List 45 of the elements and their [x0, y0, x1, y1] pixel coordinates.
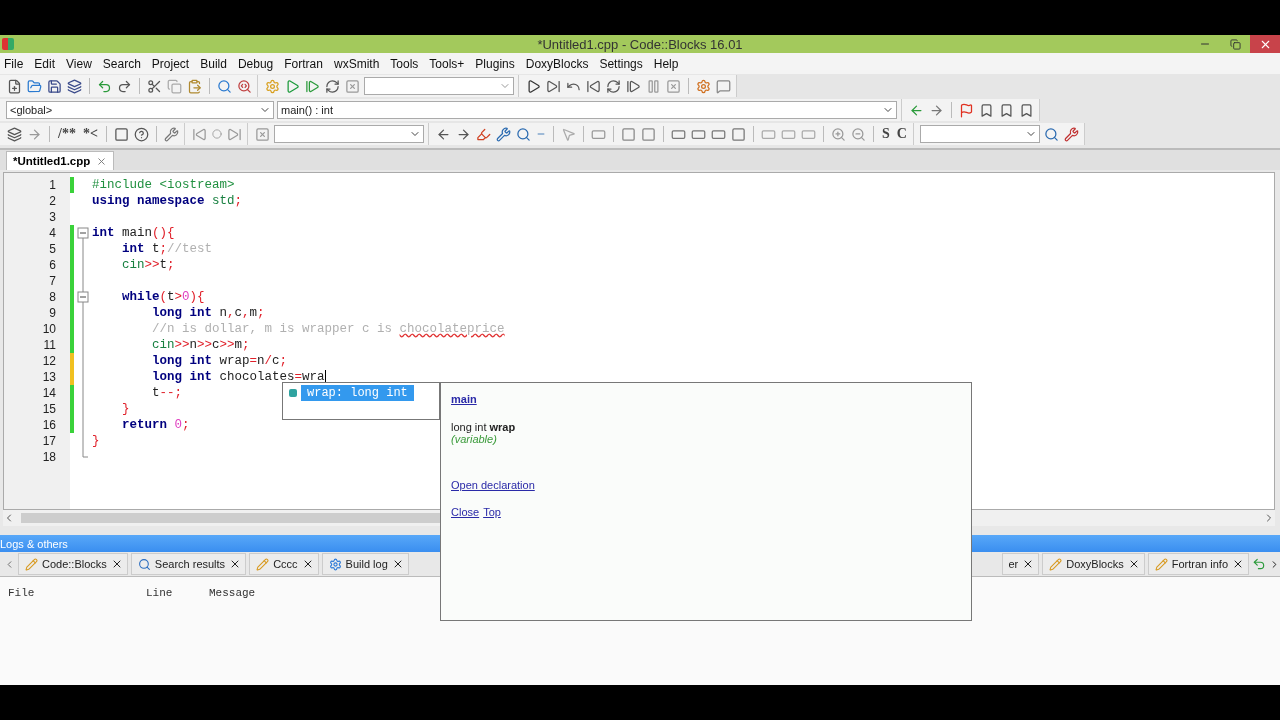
line-number: 8	[48, 289, 56, 305]
line-number: 15	[41, 401, 56, 417]
code-line: //n is dollar, m is wrapper c is chocolateprice	[151, 322, 505, 336]
code-line: long int n,c,m;	[151, 306, 265, 320]
code-line: int main(){	[92, 226, 175, 240]
line-number: 17	[41, 433, 56, 449]
tab-label: DoxyBlocks	[1066, 558, 1124, 570]
line-number: 2	[48, 193, 56, 209]
function-text: main() : int	[281, 104, 333, 116]
code-line: using namespace std;	[92, 194, 243, 208]
line-number: 7	[48, 273, 56, 289]
code-line: cin>>t;	[121, 258, 175, 272]
code-line: }	[92, 434, 100, 448]
line-number: 10	[41, 321, 56, 337]
line-number: 9	[48, 305, 56, 321]
tab-label: *Untitled1.cpp	[13, 155, 91, 167]
tab-label: Search results	[154, 558, 226, 570]
line-number: 5	[48, 241, 56, 257]
tab-label: Code::Blocks	[42, 558, 107, 570]
code-line: t--;	[151, 386, 183, 400]
line-number: 13	[41, 369, 56, 385]
window-title: *Untitled1.cpp - Code::Blocks 16.01	[536, 36, 744, 52]
line-number: 16	[41, 417, 56, 433]
line-number: 14	[41, 385, 56, 401]
code-line: }	[121, 402, 130, 416]
line-number: 1	[48, 177, 56, 193]
line-number: 18	[41, 449, 56, 465]
code-line: #include <iostream>	[92, 178, 235, 192]
code-line: while(t>0){	[121, 290, 205, 304]
tab-label: er	[1008, 558, 1019, 570]
category-text: (variable)	[451, 433, 498, 445]
line-number: 3	[48, 209, 56, 225]
signature-text: long int wrap	[451, 421, 517, 433]
line-number: 12	[41, 353, 56, 369]
tab-label: Cccc	[273, 558, 298, 570]
tab-label: Build log	[345, 558, 388, 570]
code-line: int t;//test	[121, 242, 213, 256]
line-number: 4	[48, 225, 56, 241]
code-line: long int wrap=n/c;	[151, 354, 288, 368]
code-line: return 0;	[121, 418, 190, 432]
scope-text: <global>	[10, 104, 53, 116]
line-number: 11	[42, 337, 56, 353]
tab-label: Fortran info	[1171, 558, 1228, 570]
code-line: cin>>n>>c>>m;	[151, 338, 250, 352]
line-number: 6	[48, 257, 56, 273]
